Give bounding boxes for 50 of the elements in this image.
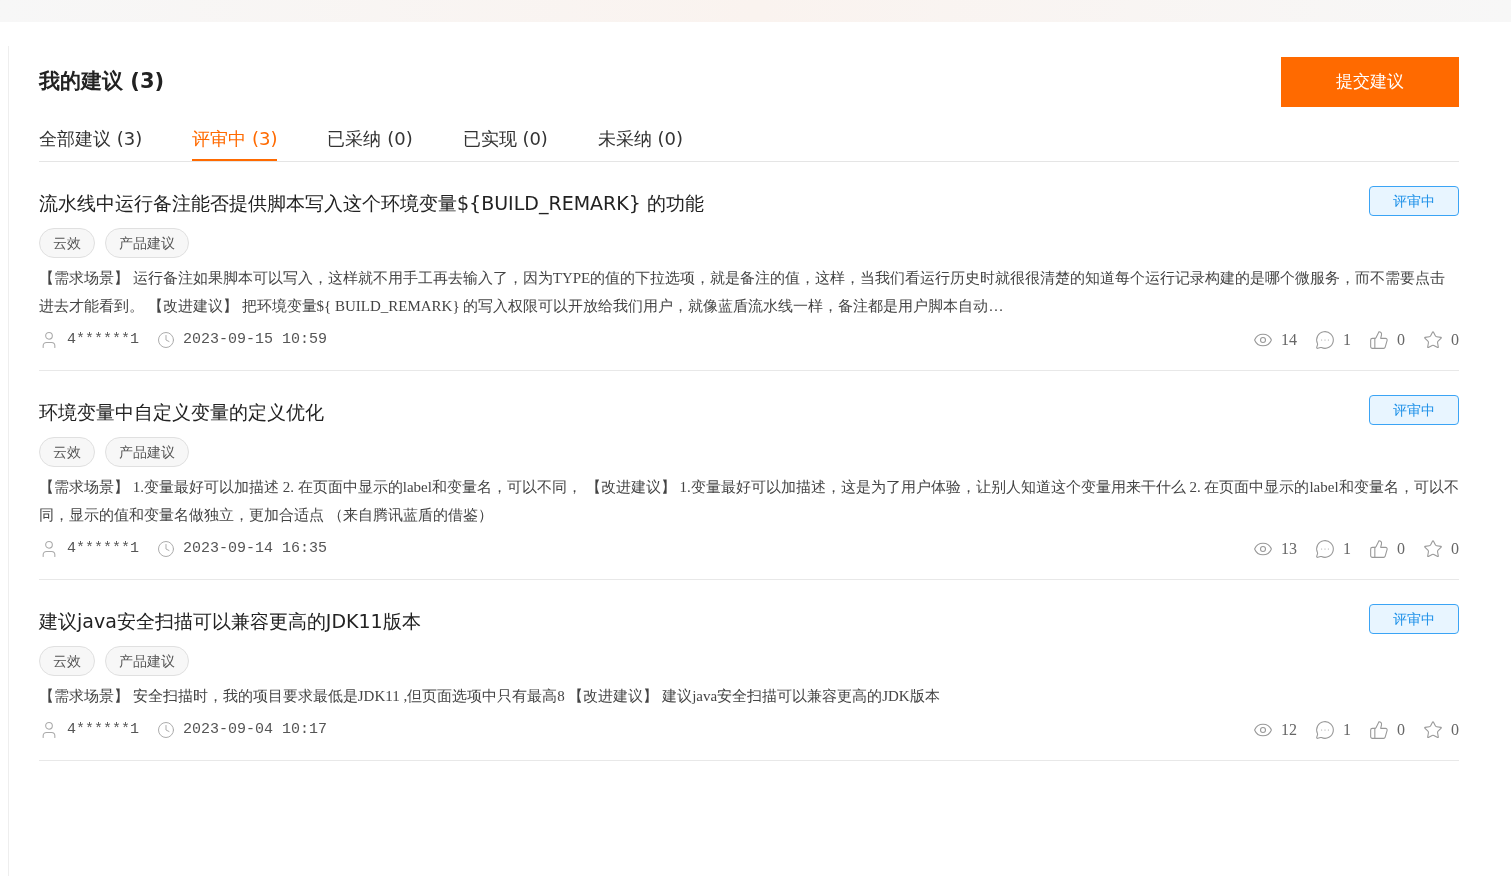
- post-time: 2023-09-15 10:59: [183, 329, 328, 350]
- tag: 产品建议: [105, 646, 189, 676]
- status-badge: 评审中: [1369, 604, 1459, 634]
- comment-count: 1: [1343, 330, 1351, 350]
- favorite-count: 0: [1451, 539, 1459, 559]
- page-title: 我的建议 (3): [39, 68, 165, 96]
- comment-count: 1: [1343, 539, 1351, 559]
- thumbs-up-icon[interactable]: [1369, 720, 1389, 740]
- comment-icon[interactable]: [1315, 720, 1335, 740]
- suggestion-description: 【需求场景】 运行备注如果脚本可以写入，这样就不用手工再去输入了，因为TYPE的值的下拉选项，就是备注的值，这样，当我们看运行历史时就很很清楚的知道每个运行记录构建的是哪个微服务，而不需要点击进去才能看到。 【改进建议】 把环境变量${ BUILD_REMARK} 的写入权限可以开放给我们用户，就像蓝盾流水线一样，备注都是用户脚本自动…: [39, 269, 1447, 316]
- view-count: 12: [1281, 720, 1297, 740]
- tab[interactable]: 已采纳 (0): [327, 117, 413, 161]
- tab[interactable]: 已实现 (0): [462, 117, 548, 161]
- star-icon[interactable]: [1423, 539, 1443, 559]
- comment-count: 1: [1343, 720, 1351, 740]
- status-badge: 评审中: [1369, 186, 1459, 216]
- star-icon[interactable]: [1423, 720, 1443, 740]
- comment-icon[interactable]: [1315, 539, 1335, 559]
- comment-icon[interactable]: [1315, 330, 1335, 350]
- author-name: 4******1: [67, 719, 139, 740]
- thumbs-up-icon[interactable]: [1369, 539, 1389, 559]
- tag: 云效: [39, 228, 95, 258]
- tag: 产品建议: [105, 437, 189, 467]
- post-time: 2023-09-04 10:17: [183, 719, 328, 740]
- clock-icon: [157, 721, 175, 739]
- tag: 云效: [39, 646, 95, 676]
- suggestion-title[interactable]: 环境变量中自定义变量的定义优化: [39, 395, 324, 429]
- like-count: 0: [1397, 539, 1405, 559]
- post-time: 2023-09-14 16:35: [183, 538, 328, 559]
- tab[interactable]: 全部建议 (3): [39, 117, 143, 161]
- author-name: 4******1: [67, 329, 139, 350]
- favorite-count: 0: [1451, 720, 1459, 740]
- view-count: 13: [1281, 539, 1297, 559]
- tag: 云效: [39, 437, 95, 467]
- author-name: 4******1: [67, 538, 139, 559]
- suggestion-title[interactable]: 建议java安全扫描可以兼容更高的JDK11版本: [39, 604, 421, 638]
- thumbs-up-icon[interactable]: [1369, 330, 1389, 350]
- like-count: 0: [1397, 330, 1405, 350]
- tag: 产品建议: [105, 228, 189, 258]
- clock-icon: [157, 540, 175, 558]
- view-count: 14: [1281, 330, 1297, 350]
- status-badge: 评审中: [1369, 395, 1459, 425]
- favorite-count: 0: [1451, 330, 1459, 350]
- clock-icon: [157, 331, 175, 349]
- star-icon[interactable]: [1423, 330, 1443, 350]
- suggestion-title[interactable]: 流水线中运行备注能否提供脚本写入这个环境变量${BUILD_REMARK} 的功能: [39, 186, 704, 220]
- suggestion-description: 【需求场景】 安全扫描时，我的项目要求最低是JDK11 ,但页面选项中只有最高8 【改进建议】 建议java安全扫描可以兼容更高的JDK版本: [39, 687, 941, 706]
- suggestion-description: 【需求场景】 1.变量最好可以加描述 2. 在页面中显示的label和变量名，可以不同， 【改进建议】 1.变量最好可以加描述，这是为了用户体验，让别人知道这个变量用来干什么 2. 在页面中显示的label和变量名，可以不同，显示的值和变量名做独立，更加合适点 （来自腾讯蓝盾的借鉴）: [39, 478, 1459, 525]
- tab[interactable]: 未采纳 (0): [597, 117, 684, 161]
- like-count: 0: [1397, 720, 1405, 740]
